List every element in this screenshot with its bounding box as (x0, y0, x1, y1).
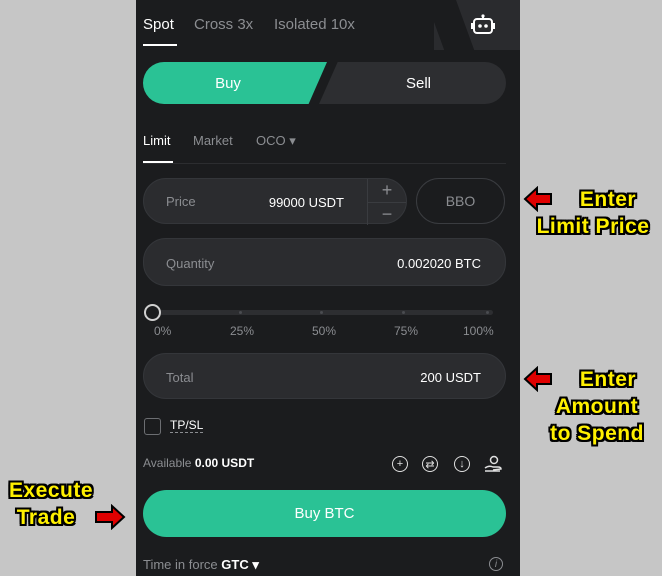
slider-label-100: 100% (463, 324, 494, 338)
deposit-icon[interactable]: + (392, 456, 408, 472)
tif-label: Time in force (143, 557, 218, 572)
trade-panel: Spot Cross 3x Isolated 10x Buy Sell Limi… (136, 0, 520, 576)
loan-icon[interactable] (484, 455, 502, 473)
buy-side-button[interactable]: Buy (143, 62, 327, 104)
tab-spot[interactable]: Spot (143, 16, 174, 33)
buy-btc-button[interactable]: Buy BTC (143, 490, 506, 537)
trade-mode-bar: Spot Cross 3x Isolated 10x (136, 0, 520, 50)
order-tab-underline (143, 161, 173, 163)
time-in-force[interactable]: Time in force GTC ▾ (143, 557, 259, 573)
quantity-label: Quantity (166, 256, 215, 271)
available-label: Available (143, 456, 192, 470)
total-label: Total (166, 370, 194, 385)
slider-label-25: 25% (230, 324, 255, 338)
total-value[interactable]: 200 USDT (420, 370, 481, 385)
order-tab-market[interactable]: Market (193, 133, 233, 148)
order-type-tabs: Limit Market OCO ▾ (143, 133, 506, 164)
order-tab-limit[interactable]: Limit (143, 133, 170, 148)
amount-slider[interactable] (144, 304, 493, 321)
order-tab-oco[interactable]: OCO ▾ (256, 133, 296, 149)
quantity-value[interactable]: 0.002020 BTC (397, 256, 481, 271)
price-decrement-button[interactable]: − (368, 202, 406, 226)
annotation-execute: Execute Trade (8, 479, 94, 529)
robot-icon[interactable] (471, 14, 495, 36)
tpsl-label[interactable]: TP/SL (170, 418, 204, 433)
info-icon[interactable]: i (489, 557, 503, 571)
tpsl-checkbox[interactable] (144, 418, 161, 435)
tab-cross[interactable]: Cross 3x (194, 16, 253, 33)
quantity-field[interactable]: Quantity 0.002020 BTC (143, 238, 506, 286)
annotation-amount: Enter Amount to Spend (550, 368, 644, 445)
price-stepper: + − (367, 179, 406, 225)
tab-isolated[interactable]: Isolated 10x (274, 16, 355, 33)
active-tab-underline (143, 44, 177, 46)
price-increment-button[interactable]: + (368, 179, 406, 202)
price-value[interactable]: 99000 USDT (269, 195, 344, 210)
total-field[interactable]: Total 200 USDT (143, 353, 506, 399)
bbo-button[interactable]: BBO (416, 178, 505, 224)
slider-label-50: 50% (312, 324, 337, 338)
available-balance: Available 0.00 USDT (143, 456, 254, 470)
tif-value[interactable]: GTC ▾ (221, 557, 259, 572)
price-field[interactable]: Price 99000 USDT + − (143, 178, 407, 225)
sell-side-button[interactable]: Sell (319, 62, 506, 104)
price-label: Price (166, 194, 196, 209)
side-toggle: Buy Sell (143, 62, 506, 104)
available-value: 0.00 USDT (194, 456, 255, 470)
withdraw-icon[interactable]: ↓ (454, 456, 470, 472)
annotation-limit-price: Enter Limit Price (536, 188, 650, 238)
arrow-right-icon (95, 504, 126, 530)
slider-label-75: 75% (394, 324, 419, 338)
slider-handle[interactable] (144, 304, 161, 321)
slider-label-0: 0% (154, 324, 172, 338)
transfer-icon[interactable]: ⇄ (422, 456, 438, 472)
